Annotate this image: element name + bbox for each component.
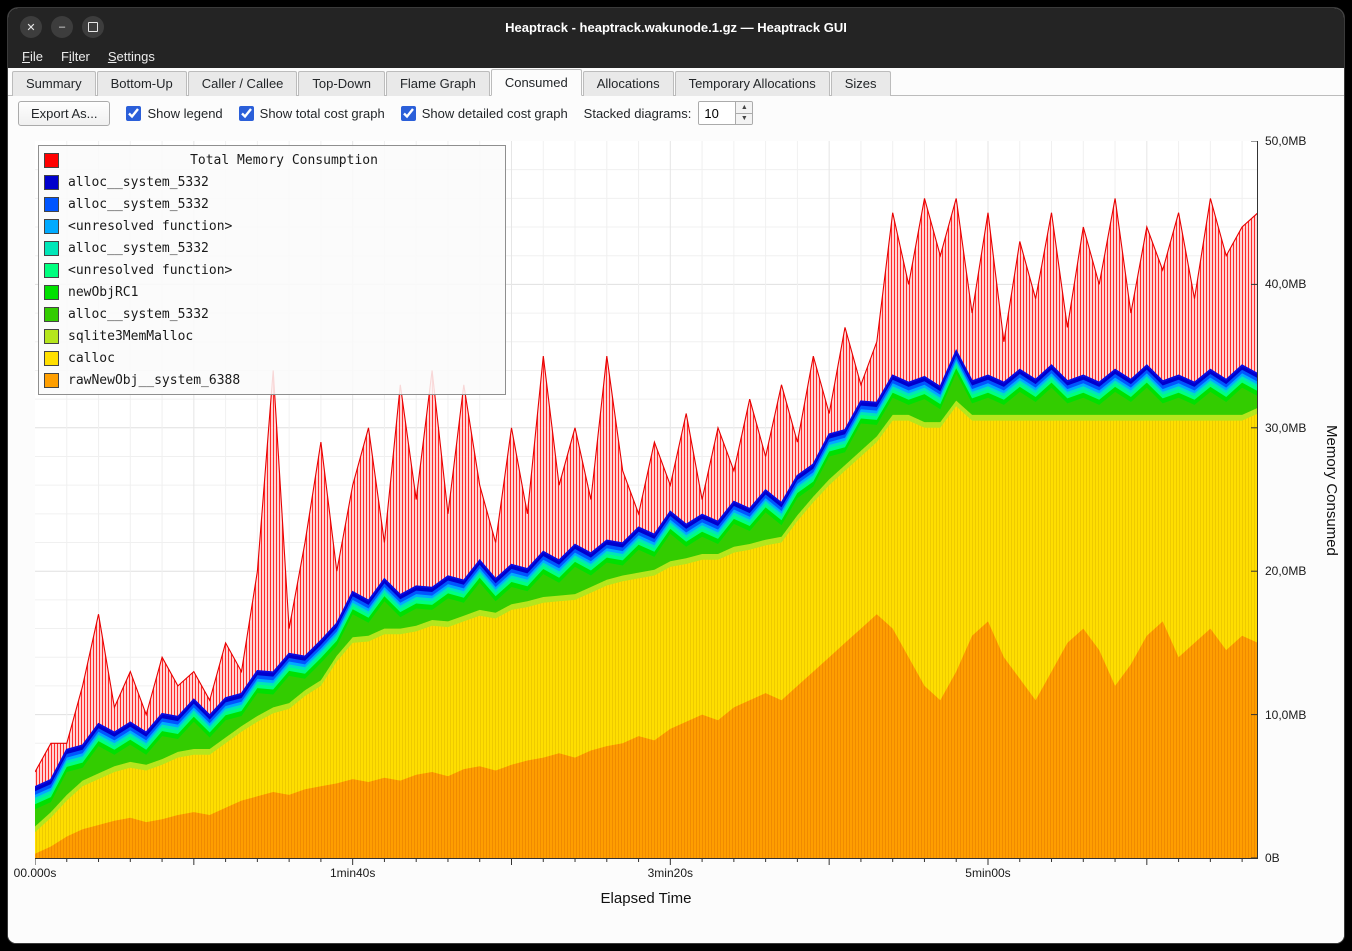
y-axis-label: 10,0MB — [1265, 708, 1306, 722]
y-axis-label: 40,0MB — [1265, 277, 1306, 291]
legend-total-swatch — [44, 153, 59, 168]
legend-item[interactable]: calloc — [44, 347, 500, 369]
show-legend-label: Show legend — [147, 106, 222, 121]
x-axis-label: 00.000s — [14, 866, 57, 880]
tab-allocations[interactable]: Allocations — [583, 71, 674, 96]
minimize-button[interactable]: – — [51, 16, 73, 38]
legend-label: alloc__system_5332 — [68, 197, 209, 212]
legend-item[interactable]: rawNewObj__system_6388 — [44, 369, 500, 391]
y-axis-label: 30,0MB — [1265, 421, 1306, 435]
legend-item[interactable]: alloc__system_5332 — [44, 237, 500, 259]
legend-label: <unresolved function> — [68, 263, 232, 278]
x-axis-title: Elapsed Time — [601, 890, 692, 907]
title-bar[interactable]: ✕ – Heaptrack - heaptrack.wakunode.1.gz … — [8, 8, 1344, 46]
tab-top-down[interactable]: Top-Down — [298, 71, 385, 96]
legend-swatch-9 — [44, 373, 59, 388]
y-axis-label: 0B — [1265, 851, 1280, 865]
legend-item[interactable]: newObjRC1 — [44, 281, 500, 303]
legend-title-row: Total Memory Consumption — [44, 149, 500, 171]
show-detailed-cost-checkbox[interactable]: Show detailed cost graph — [401, 106, 568, 121]
legend-label: <unresolved function> — [68, 219, 232, 234]
app-window: ✕ – Heaptrack - heaptrack.wakunode.1.gz … — [8, 8, 1344, 943]
tab-summary[interactable]: Summary — [12, 71, 96, 96]
legend-item[interactable]: alloc__system_5332 — [44, 171, 500, 193]
chart-legend[interactable]: Total Memory Consumption alloc__system_53… — [38, 145, 506, 395]
export-as-button[interactable]: Export As... — [18, 101, 110, 126]
show-legend-checkbox[interactable]: Show legend — [126, 106, 222, 121]
legend-label: newObjRC1 — [68, 285, 138, 300]
window-controls: ✕ – — [20, 8, 104, 46]
show-total-cost-checkbox[interactable]: Show total cost graph — [239, 106, 385, 121]
legend-swatch-6 — [44, 307, 59, 322]
y-axis-label: 50,0MB — [1265, 134, 1306, 148]
legend-swatch-4 — [44, 263, 59, 278]
tab-caller-callee[interactable]: Caller / Callee — [188, 71, 298, 96]
tab-bar: SummaryBottom-UpCaller / CalleeTop-DownF… — [8, 68, 1344, 96]
legend-item[interactable]: <unresolved function> — [44, 259, 500, 281]
maximize-button[interactable] — [82, 16, 104, 38]
show-total-cost-label: Show total cost graph — [260, 106, 385, 121]
legend-swatch-7 — [44, 329, 59, 344]
tab-flame-graph[interactable]: Flame Graph — [386, 71, 490, 96]
spin-buttons: ▲ ▼ — [735, 102, 752, 124]
legend-label: alloc__system_5332 — [68, 241, 209, 256]
spin-up-icon[interactable]: ▲ — [736, 102, 752, 113]
show-legend-checkbox-input[interactable] — [126, 106, 141, 121]
legend-swatch-5 — [44, 285, 59, 300]
legend-swatch-0 — [44, 175, 59, 190]
stacked-diagrams-input[interactable] — [699, 102, 735, 124]
legend-label: alloc__system_5332 — [68, 307, 209, 322]
x-axis-label: 5min00s — [965, 866, 1010, 880]
legend-item[interactable]: <unresolved function> — [44, 215, 500, 237]
tab-bottom-up[interactable]: Bottom-Up — [97, 71, 187, 96]
chart-region: Total Memory Consumption alloc__system_53… — [8, 130, 1344, 943]
stacked-diagrams-spinbox[interactable]: ▲ ▼ — [698, 101, 753, 125]
minimize-icon: – — [59, 21, 65, 33]
maximize-icon — [88, 22, 98, 32]
show-detailed-cost-checkbox-input[interactable] — [401, 106, 416, 121]
legend-swatch-8 — [44, 351, 59, 366]
y-axis-title: Memory Consumed — [1323, 425, 1340, 556]
x-axis-label: 3min20s — [648, 866, 693, 880]
legend-label: sqlite3MemMalloc — [68, 329, 193, 344]
tab-consumed[interactable]: Consumed — [491, 69, 582, 96]
close-button[interactable]: ✕ — [20, 16, 42, 38]
legend-swatch-2 — [44, 219, 59, 234]
stacked-diagrams-group: Stacked diagrams: ▲ ▼ — [584, 101, 754, 125]
legend-item[interactable]: alloc__system_5332 — [44, 303, 500, 325]
legend-item[interactable]: alloc__system_5332 — [44, 193, 500, 215]
menu-bar: FileFilterSettings — [8, 46, 1344, 68]
legend-title: Total Memory Consumption — [68, 153, 500, 168]
menu-settings[interactable]: Settings — [100, 48, 163, 67]
toolbar: Export As... Show legend Show total cost… — [8, 96, 1344, 130]
tab-temporary-allocations[interactable]: Temporary Allocations — [675, 71, 830, 96]
legend-label: calloc — [68, 351, 115, 366]
x-axis-label: 1min40s — [330, 866, 375, 880]
legend-swatch-3 — [44, 241, 59, 256]
show-detailed-cost-label: Show detailed cost graph — [422, 106, 568, 121]
menu-filter[interactable]: Filter — [53, 48, 98, 67]
tab-sizes[interactable]: Sizes — [831, 71, 891, 96]
legend-label: rawNewObj__system_6388 — [68, 373, 240, 388]
show-total-cost-checkbox-input[interactable] — [239, 106, 254, 121]
close-icon: ✕ — [26, 21, 35, 34]
legend-item[interactable]: sqlite3MemMalloc — [44, 325, 500, 347]
spin-down-icon[interactable]: ▼ — [736, 113, 752, 125]
legend-label: alloc__system_5332 — [68, 175, 209, 190]
window-title: Heaptrack - heaptrack.wakunode.1.gz — He… — [505, 20, 847, 35]
menu-file[interactable]: File — [14, 48, 51, 67]
legend-swatch-1 — [44, 197, 59, 212]
y-axis-label: 20,0MB — [1265, 564, 1306, 578]
stacked-diagrams-label: Stacked diagrams: — [584, 106, 692, 121]
